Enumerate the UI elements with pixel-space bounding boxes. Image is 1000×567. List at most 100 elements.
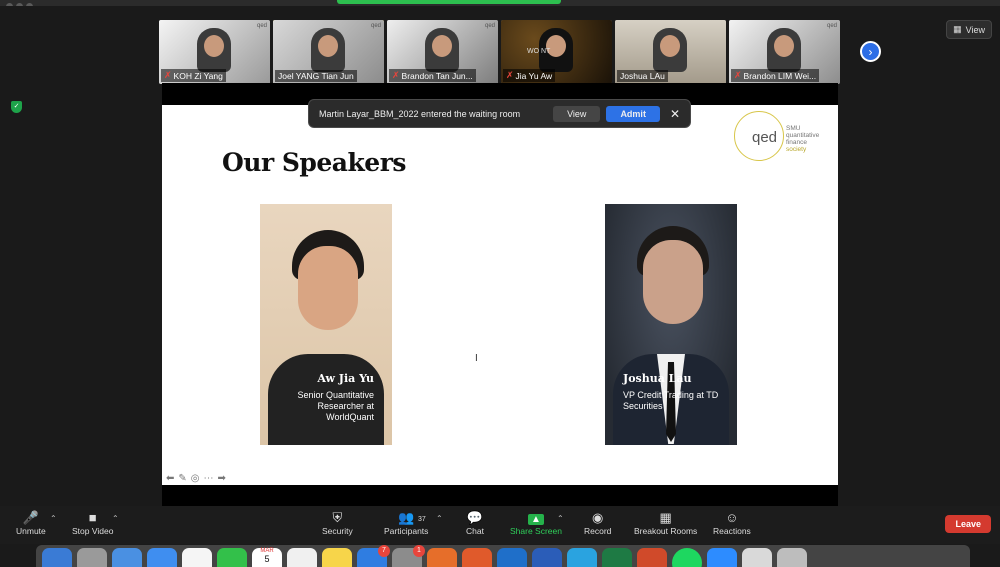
speaker-name: Aw Jia Yu (317, 372, 374, 385)
finder-icon[interactable] (42, 548, 72, 567)
grid-icon: ▦ (953, 24, 962, 34)
participant-name-tag: ✗ Jia Yu Aw (503, 69, 556, 82)
excel-icon[interactable] (602, 548, 632, 567)
chat-label: Chat (466, 526, 484, 536)
tile-logo: qed (370, 23, 381, 29)
security-button[interactable]: ⛨ Security (322, 510, 353, 536)
participant-tile[interactable]: qed ✗ Brandon Tan Jun... (387, 20, 498, 84)
participants-count: 37 (418, 516, 426, 523)
audio-options-caret[interactable]: ⌃ (50, 514, 57, 523)
breakout-rooms-button[interactable]: ▦ Breakout Rooms (634, 510, 697, 536)
notes-icon[interactable] (322, 548, 352, 567)
more-icon[interactable]: ⋯ (204, 473, 214, 484)
participant-tile[interactable]: WO NT ✗ Jia Yu Aw (501, 20, 612, 84)
app-store-icon[interactable]: 7 (357, 545, 390, 567)
reactions-label: Reactions (713, 526, 751, 536)
preview-icon[interactable] (742, 548, 772, 567)
photos-icon[interactable] (182, 548, 212, 567)
waiting-room-message: Martin Layar_BBM_2022 entered the waitin… (319, 108, 521, 119)
record-button[interactable]: ◉ Record (584, 510, 611, 536)
mic-muted-icon: ✗ (164, 70, 172, 80)
view-icon[interactable]: ◎ (191, 473, 200, 484)
app-store-badge: 7 (378, 545, 390, 557)
settings-badge: 1 (413, 545, 425, 557)
trash-icon[interactable] (777, 548, 807, 567)
screen-share-indicator[interactable] (337, 0, 561, 4)
arrow-right-icon[interactable]: ➡ (218, 473, 226, 484)
record-label: Record (584, 526, 612, 536)
tile-logo: WO NT (527, 48, 551, 55)
text-cursor-icon: I (475, 353, 478, 364)
telegram-icon[interactable] (567, 548, 597, 567)
admit-button[interactable]: Admit (606, 105, 660, 122)
breakout-rooms-label: Breakout Rooms (634, 526, 698, 536)
participant-tile[interactable]: qed ✗ Brandon LIM Wei... (729, 20, 840, 84)
safari-icon[interactable] (112, 548, 142, 567)
shield-icon: ⛨ (332, 510, 343, 525)
word-icon[interactable] (532, 548, 562, 567)
spotify-icon[interactable] (672, 548, 702, 567)
stop-video-button[interactable]: ■ Stop Video (72, 510, 113, 536)
firefox-icon[interactable] (427, 548, 457, 567)
outlook-icon[interactable] (497, 548, 527, 567)
waiting-room-notification: Martin Layar_BBM_2022 entered the waitin… (308, 99, 691, 128)
participant-name-tag: Joshua LAu (617, 70, 668, 82)
mic-muted-icon: 🎤 (22, 510, 39, 525)
chevron-right-icon: › (868, 44, 873, 59)
record-icon: ◉ (592, 510, 604, 525)
messages-icon[interactable] (217, 548, 247, 567)
participant-strip: qed ✗ KOH Zi Yang qed Joel YANG Tian Jun … (159, 20, 840, 84)
zoom-icon[interactable] (707, 548, 737, 567)
next-page-button[interactable]: › (860, 41, 881, 62)
meeting-toolbar: 🎤 Unmute ⌃ ■ Stop Video ⌃ ⛨ Security 👥 37… (0, 506, 1000, 544)
pen-icon[interactable]: ✎ (178, 473, 186, 484)
reactions-button[interactable]: ☺ Reactions (713, 510, 751, 536)
chat-button[interactable]: 💬 Chat (466, 510, 484, 536)
video-options-caret[interactable]: ⌃ (112, 514, 119, 523)
participants-options-caret[interactable]: ⌃ (436, 514, 443, 523)
mic-muted-icon: ✗ (392, 70, 400, 80)
shield-check-icon[interactable]: ✓ (11, 101, 22, 113)
shared-screen: Our Speakers qed SMU quantitative financ… (162, 83, 838, 506)
tile-logo: qed (484, 23, 495, 29)
browser-icon[interactable] (462, 548, 492, 567)
mail-icon[interactable] (147, 548, 177, 567)
view-layout-button[interactable]: ▦ View (946, 20, 992, 39)
mic-muted-icon: ✗ (734, 70, 742, 80)
powerpoint-icon[interactable] (637, 548, 667, 567)
camera-icon: ■ (88, 510, 97, 525)
waiting-room-view-button[interactable]: View (553, 105, 601, 122)
smiley-icon: ☺ (725, 510, 739, 525)
close-icon[interactable]: ✕ (670, 107, 680, 121)
breakout-rooms-icon: ▦ (659, 510, 672, 525)
unmute-button[interactable]: 🎤 Unmute (16, 510, 46, 536)
arrow-left-icon[interactable]: ⬅ (166, 473, 174, 484)
mic-muted-icon: ✗ (506, 70, 514, 80)
slide-tools: ⬅ ✎ ◎ ⋯ ➡ (166, 473, 226, 484)
tile-logo: qed (256, 23, 267, 29)
participant-tile[interactable]: qed ✗ KOH Zi Yang (159, 20, 270, 84)
launchpad-icon[interactable] (77, 548, 107, 567)
share-screen-button[interactable]: ▲ Share Screen (510, 510, 562, 536)
slide-title: Our Speakers (222, 148, 406, 177)
participant-name-tag: ✗ KOH Zi Yang (161, 69, 226, 82)
tile-logo: qed (826, 23, 837, 29)
leave-button[interactable]: Leave (945, 515, 991, 533)
participants-button[interactable]: 👥 37 Participants (384, 510, 428, 536)
people-icon: 👥 37 (384, 510, 428, 526)
stop-video-label: Stop Video (72, 526, 114, 536)
calendar-icon[interactable]: MAR 5 (252, 548, 282, 567)
share-options-caret[interactable]: ⌃ (557, 514, 564, 523)
qed-logo-text: SMU quantitative finance society (786, 125, 820, 153)
system-preferences-icon[interactable]: 1 (392, 545, 425, 567)
chat-icon: 💬 (466, 510, 484, 525)
participant-tile-speaking[interactable]: qed Joel YANG Tian Jun (273, 20, 384, 84)
participant-name-tag: ✗ Brandon Tan Jun... (389, 69, 476, 82)
macos-dock: MAR 5 7 1 (36, 545, 970, 567)
participant-name-tag: Joel YANG Tian Jun (275, 70, 357, 82)
speaker-role: VP Credit Trading at TD Securities (623, 390, 719, 411)
presentation-slide: Our Speakers qed SMU quantitative financ… (162, 105, 838, 485)
reminders-icon[interactable] (287, 548, 317, 567)
security-label: Security (322, 526, 353, 536)
participant-tile[interactable]: Joshua LAu (615, 20, 726, 84)
